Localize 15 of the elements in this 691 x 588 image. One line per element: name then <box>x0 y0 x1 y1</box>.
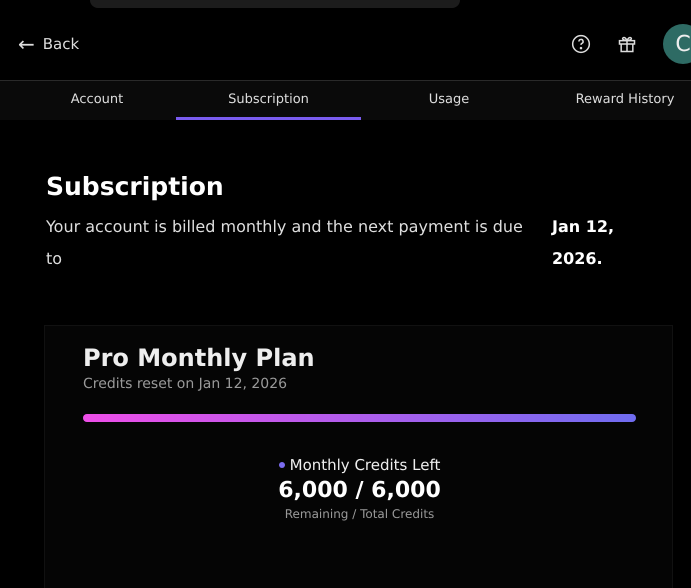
reset-text: Credits reset on Jan 12, 2026 <box>83 376 288 392</box>
avatar[interactable]: C <box>663 24 691 64</box>
credits-caption: Remaining / Total Credits <box>284 507 434 521</box>
tab[interactable]: Usage <box>361 81 537 120</box>
tab[interactable]: Subscription <box>176 81 361 120</box>
billing-text: Your account is billed monthly and the next payment is due to <box>46 216 524 270</box>
help-icon[interactable] <box>571 34 591 54</box>
due-date: Jan 12, 2026. <box>552 216 616 270</box>
section-title: Subscription <box>46 172 225 201</box>
credits-value: 6,000 / 6,000 <box>278 478 441 503</box>
tab[interactable]: Reward History <box>537 81 691 120</box>
plan-name: Pro Monthly Plan <box>83 344 316 372</box>
back-button[interactable]: ← Back <box>18 32 80 56</box>
gift-icon[interactable] <box>617 34 637 54</box>
credits-label: Monthly Credits Left <box>290 456 440 474</box>
